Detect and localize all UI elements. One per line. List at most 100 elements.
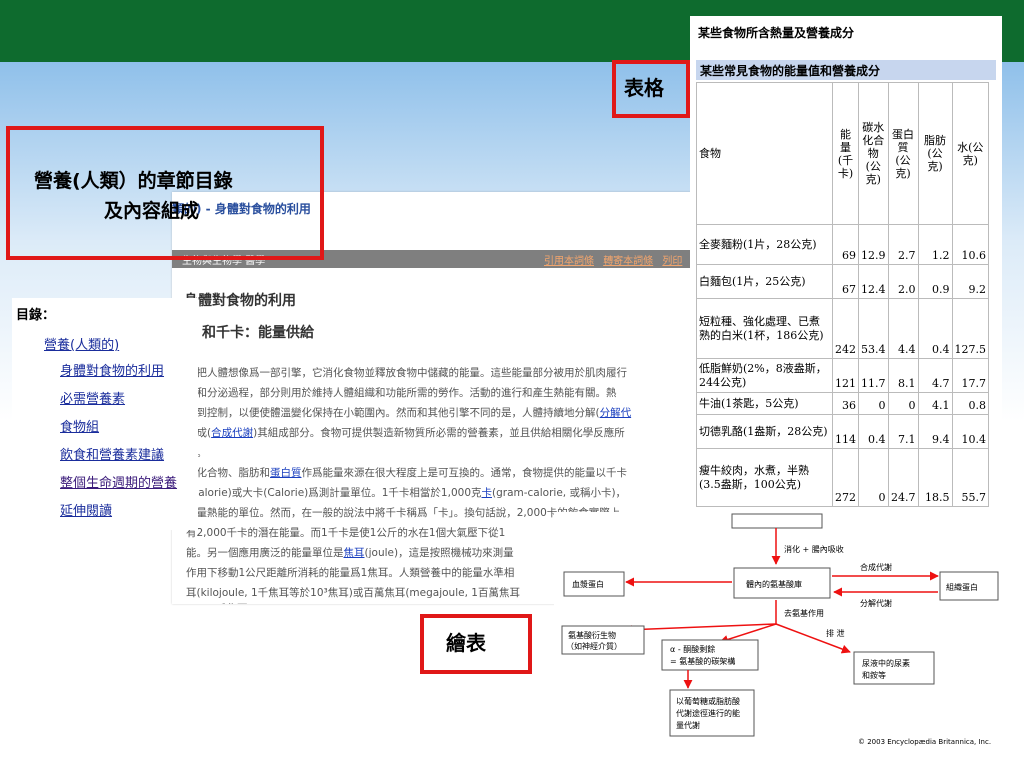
article-text-line: 水化合物、脂肪和蛋白質作爲能量來源在很大程度上是可互換的。通常，食物提供的能量以… xyxy=(186,465,627,480)
nutrient-value-cell: 242 xyxy=(832,298,859,359)
article-subheading: 和千卡：能量供給 xyxy=(202,325,314,341)
nutrition-header-row: 食物 能量(千卡) 碳水化合物(公克) 蛋白質(公克) 脂肪(公克) 水(公克) xyxy=(696,82,989,225)
chapter-caption-line1: 營養(人類）的章節目錄 xyxy=(34,170,233,192)
nutrition-subtitle: 某些常見食物的能量值和營養成分 xyxy=(700,64,881,78)
toc-item[interactable]: 食物組 xyxy=(60,416,99,435)
article-text-line: 4.184千焦耳。 xyxy=(186,601,258,604)
nutrient-value-cell: 114 xyxy=(832,414,859,449)
nutrient-value-cell: 55.7 xyxy=(951,448,989,507)
table-caption: 表格 xyxy=(624,76,664,100)
food-name-cell: 切德乳酪(1盎斯，28公克) xyxy=(696,414,833,449)
article-text: 動和分泌過程，部分則用於維持人體組織和功能所需的勞作。活動的進行和產生熱能有關。… xyxy=(186,387,617,399)
nutrition-title: 某些食物所含熱量及營養成分 xyxy=(698,26,855,40)
article-inline-link[interactable]: 合成代謝 xyxy=(211,427,253,439)
nutrient-value-cell: 0.4 xyxy=(858,414,889,449)
article-heading: 身體對食物的利用 xyxy=(184,293,296,309)
deamination-label: 去氨基作用 xyxy=(784,608,824,618)
nutrient-value-cell: 53.4 xyxy=(858,298,889,359)
article-text-line: ocalorie)或大卡(Calorie)爲測計量單位。1千卡相當於1,000克… xyxy=(186,485,626,500)
nutrition-row: 短粒種、強化處理、已煮熟的白米(1杯，186公克) 242 53.4 4.4 0.4 12… xyxy=(696,298,989,359)
chapter-caption-box xyxy=(6,126,324,260)
derivative-line1: 氨基酸衍生物 xyxy=(568,630,616,640)
col-header-water: 水(公克) xyxy=(951,82,989,225)
chapter-caption-line2: 及內容組成 xyxy=(104,200,200,222)
cite-link[interactable]: 引用本詞條 xyxy=(544,256,594,267)
amino-pool-label: 體內的氨基酸庫 xyxy=(746,579,802,589)
keto-line1: α - 酮酸剩餘 xyxy=(670,644,715,654)
tissue-protein-label: 組織蛋白 xyxy=(946,582,978,592)
nutrient-value-cell: 0.9 xyxy=(917,264,953,299)
toc-item[interactable]: 飲食和營養素建議 xyxy=(60,444,164,463)
nutrient-value-cell: 272 xyxy=(832,448,859,507)
article-inline-link[interactable]: 分解代 xyxy=(600,407,632,419)
toc-item[interactable]: 身體對食物的利用 xyxy=(60,360,164,379)
article-text: 有2,000千卡的潛在能量。而1千卡是使1公斤的水在1個大氣壓下從1 xyxy=(186,527,506,539)
article-text-line: 有2,000千卡的潛在能量。而1千卡是使1公斤的水在1個大氣壓下從1 xyxy=(186,525,505,540)
nutrient-value-cell: 0 xyxy=(887,392,919,415)
nutrient-value-cell: 36 xyxy=(832,392,859,415)
excrete-label: 排 泄 xyxy=(826,628,845,638)
forward-link[interactable]: 轉寄本詞條 xyxy=(603,256,653,267)
nutrition-row: 切德乳酪(1盎斯，28公克) 114 0.4 7.1 9.4 10.4 xyxy=(696,414,989,449)
toc-item[interactable]: 必需營養素 xyxy=(60,388,125,407)
nutrient-value-cell: 8.1 xyxy=(887,358,919,393)
digest-label: 消化 + 腸內吸收 xyxy=(784,544,844,554)
toc-item[interactable]: 營養(人類的) xyxy=(44,334,119,353)
toc-title: 目錄： xyxy=(16,308,56,323)
nutrient-value-cell: 4.1 xyxy=(917,392,953,415)
urine-line1: 尿液中的尿素 xyxy=(862,658,910,668)
nutrient-value-cell: 2.0 xyxy=(887,264,919,299)
nutrient-value-cell: 1.2 xyxy=(917,224,953,265)
nutrient-value-cell: 121 xyxy=(832,358,859,393)
article-inline-link[interactable]: 焦耳 xyxy=(344,547,365,559)
nutrition-row: 牛油(1茶匙，5公克) 36 0 0 4.1 0.8 xyxy=(696,392,989,415)
toc-item[interactable]: 延伸閱讀 xyxy=(60,500,112,519)
energy-line1: 以葡萄糖或脂肪酸 xyxy=(676,696,740,706)
col-header-protein: 蛋白質(公克) xyxy=(887,82,919,225)
food-name-cell: 短粒種、強化處理、已煮熟的白米(1杯，186公克) xyxy=(696,298,833,359)
article-text-line: 動和分泌過程，部分則用於維持人體組織和功能所需的勞作。活動的進行和產生熱能有關。… xyxy=(186,385,617,400)
nutrient-value-cell: 67 xyxy=(832,264,859,299)
nutrition-row: 全麥麵粉(1片，28公克) 69 12.9 2.7 1.2 10.6 xyxy=(696,224,989,265)
nutrient-value-cell: 0 xyxy=(858,392,889,415)
article-inline-link[interactable]: 蛋白質 xyxy=(270,467,302,479)
keto-arrow xyxy=(719,623,777,644)
nutrient-value-cell: 12.4 xyxy=(858,264,889,299)
article-text-line: 作用下移動1公尺距離所消耗的能量爲1焦耳。人類營養中的能量水準相 xyxy=(186,565,514,580)
article-text-line: 合成(合成代謝)其組成部分。食物可提供製造新物質所必需的營養素，並且供給相關化學… xyxy=(186,425,625,440)
nutrient-value-cell: 12.9 xyxy=(858,224,889,265)
diagram-svg: 消化 + 腸內吸收 體內的氨基酸庫 血漿蛋白 組織蛋白 合成代謝 分解代謝 去氨… xyxy=(561,513,999,746)
col-header-energy: 能量(千卡) xyxy=(832,82,859,225)
print-link[interactable]: 列印 xyxy=(662,256,682,267)
food-name-cell: 全麥麵粉(1片，28公克) xyxy=(696,224,833,265)
article-text-line: 耳(kilojoule, 1千焦耳等於10³焦耳)或百萬焦耳(megajoule… xyxy=(186,585,520,600)
article-text: 能。另一個應用廣泛的能量單位是 xyxy=(186,547,344,559)
nutrition-row: 低脂鮮奶(2%，8液盎斯，244公克) 121 11.7 8.1 4.7 17.7 xyxy=(696,358,989,393)
nutrient-value-cell: 24.7 xyxy=(887,448,919,507)
article-text: 以把人體想像爲一部引擎，它消化食物並釋放食物中儲藏的能量。這些能量部分被用於肌肉… xyxy=(186,367,627,379)
article-text: 受到控制，以便使體溫變化保持在小範圍內。然而和其他引擎不同的是，人體持續地分解( xyxy=(186,407,600,419)
nutrition-subtitle-bar: 某些常見食物的能量值和營養成分 xyxy=(696,60,996,80)
nutrition-table: 食物 能量(千卡) 碳水化合物(公克) 蛋白質(公克) 脂肪(公克) 水(公克)… xyxy=(696,82,989,507)
nutrient-value-cell: 10.6 xyxy=(951,224,989,265)
food-name-cell: 白麵包(1片，25公克) xyxy=(696,264,833,299)
nutrition-table-panel: 某些食物所含熱量及營養成分 某些常見食物的能量值和營養成分 食物 能量(千卡) … xyxy=(690,16,1002,530)
col-header-fat: 脂肪(公克) xyxy=(917,82,953,225)
article-text-line: 能。另一個應用廣泛的能量單位是焦耳(joule)，這是按照機械功來測量 xyxy=(186,545,514,560)
nutrient-value-cell: 10.4 xyxy=(951,414,989,449)
copyright-text: © 2003 Encyclopædia Britannica, Inc. xyxy=(858,738,991,746)
nutrient-value-cell: 9.2 xyxy=(951,264,989,299)
food-name-cell: 牛油(1茶匙，5公克) xyxy=(696,392,833,415)
col-header-food: 食物 xyxy=(696,82,833,225)
article-text: (gram-calorie, 或稱小卡)， xyxy=(492,487,627,499)
keto-line2: = 氨基酸的碳架構 xyxy=(670,656,735,666)
nutrient-value-cell: 4.4 xyxy=(887,298,919,359)
food-name-cell: 低脂鮮奶(2%，8液盎斯，244公克) xyxy=(696,358,833,393)
energy-line3: 量代謝 xyxy=(676,720,700,730)
nutrient-value-cell: 9.4 xyxy=(917,414,953,449)
toc-item[interactable]: 整個生命週期的營養 xyxy=(60,472,177,491)
nutrition-row: 瘦牛絞肉，水煮，半熟(3.5盎斯，100公克) 272 0 24.7 18.5 55.7 xyxy=(696,448,989,507)
decomposition-label: 分解代謝 xyxy=(860,598,892,608)
article-inline-link[interactable]: 卡 xyxy=(482,487,493,499)
col-header-carbs: 碳水化合物(公克) xyxy=(858,82,889,225)
